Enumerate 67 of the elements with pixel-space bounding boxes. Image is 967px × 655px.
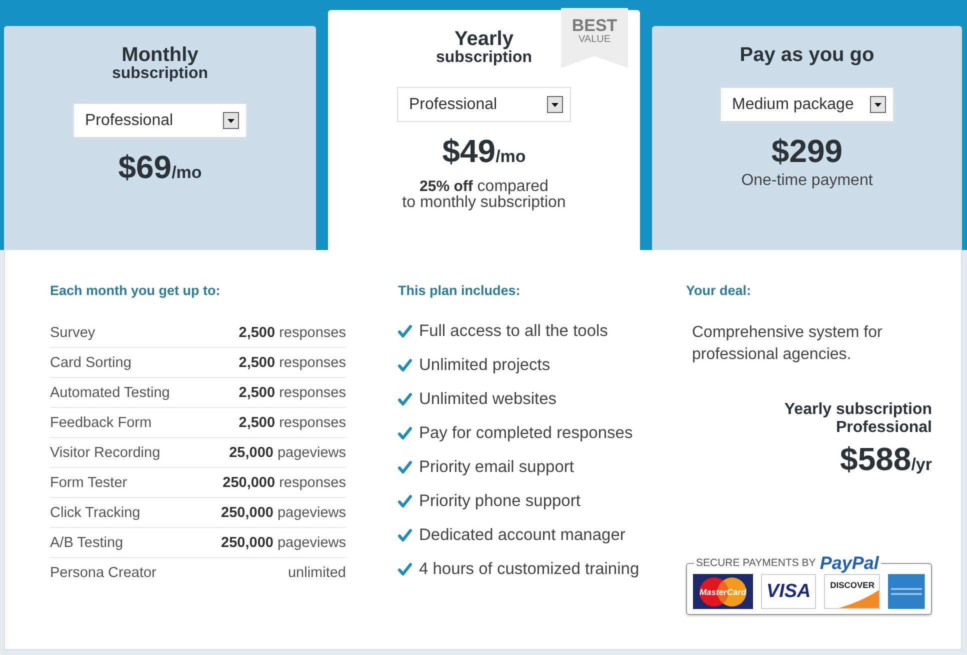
- tool-name: Survey: [50, 324, 96, 340]
- check-icon: [398, 562, 412, 576]
- deal-summary-line: Yearly subscription: [784, 401, 932, 419]
- tool-name: Form Tester: [50, 474, 128, 490]
- check-icon: [398, 392, 412, 406]
- feature-text: Priority phone support: [419, 492, 580, 510]
- plan-dropdown[interactable]: Professional: [73, 103, 247, 138]
- tool-name: Visitor Recording: [50, 444, 160, 460]
- section-heading: Your deal:: [686, 283, 752, 299]
- paypal-wordmark: PayPal: [820, 553, 879, 573]
- section-heading: This plan includes:: [398, 283, 522, 299]
- deal-price: $588/yr: [840, 441, 932, 479]
- tool-name: Feedback Form: [50, 414, 152, 430]
- check-icon: [398, 324, 412, 338]
- plan-dropdown[interactable]: Professional: [397, 87, 571, 122]
- caret-icon: [870, 96, 886, 113]
- feature-text: Unlimited projects: [419, 356, 550, 374]
- plan-subtitle: subscription: [112, 66, 208, 82]
- caret-icon: [547, 96, 563, 113]
- tool-name: Click Tracking: [50, 504, 140, 520]
- usage-limit: 250,000 responses: [222, 474, 346, 490]
- feature-text: Priority email support: [419, 458, 574, 476]
- check-icon: [398, 460, 412, 474]
- caret-icon: [223, 112, 239, 129]
- usage-limit: 2,500 responses: [238, 324, 346, 340]
- tool-name: Automated Testing: [50, 384, 170, 400]
- card-brand-text: DISCOVER: [830, 580, 874, 590]
- payment-card-icon: [888, 574, 925, 609]
- usage-limit: unlimited: [288, 565, 346, 581]
- feature-text: Full access to all the tools: [419, 322, 608, 340]
- check-icon: [398, 528, 412, 542]
- plan-price: $49/mo: [442, 133, 526, 171]
- plan-title: Monthly: [122, 44, 198, 66]
- best-value-ribbon: BEST VALUE: [561, 8, 628, 68]
- card-brand-text: MasterCard: [699, 586, 746, 596]
- plan-title: Yearly: [454, 28, 514, 50]
- card-brand-text: VISA: [766, 580, 811, 602]
- tool-name: Card Sorting: [50, 354, 132, 370]
- usage-limit: 2,500 responses: [238, 384, 346, 400]
- check-icon: [398, 358, 412, 372]
- usage-limit: 25,000 pageviews: [229, 444, 346, 460]
- usage-limit: 2,500 responses: [238, 354, 346, 370]
- feature-text: Dedicated account manager: [419, 526, 626, 544]
- usage-limit: 250,000 pageviews: [221, 534, 346, 550]
- tool-name: A/B Testing: [50, 534, 124, 550]
- feature-text: Unlimited websites: [419, 390, 557, 408]
- check-icon: [398, 494, 412, 508]
- plan-price: $69/mo: [118, 149, 202, 187]
- plan-note: to monthly subscription: [402, 195, 566, 211]
- swoosh-icon: [839, 590, 880, 608]
- plan-note: One-time payment: [741, 173, 873, 189]
- plan-note: 25% off compared: [418, 179, 550, 195]
- tool-name: Persona Creator: [50, 565, 156, 581]
- usage-limit: 2,500 responses: [238, 414, 346, 430]
- deal-summary-line: Professional: [836, 419, 932, 437]
- section-heading: Each month you get up to:: [50, 283, 222, 299]
- deal-description: Comprehensive system for professional agencies.: [691, 323, 884, 365]
- plan-price: $299: [771, 133, 843, 169]
- feature-text: Pay for completed responses: [419, 424, 633, 442]
- overlapping-circles-icon: [698, 576, 747, 606]
- plan-dropdown[interactable]: Medium package: [720, 87, 894, 122]
- plan-subtitle: subscription: [436, 50, 532, 66]
- secure-payments-label: SECURE PAYMENTS BY: [696, 557, 816, 569]
- usage-limit: 250,000 pageviews: [221, 504, 346, 520]
- plan-title: Pay as you go: [740, 44, 874, 66]
- feature-text: 4 hours of customized training: [419, 560, 640, 578]
- check-icon: [398, 426, 412, 440]
